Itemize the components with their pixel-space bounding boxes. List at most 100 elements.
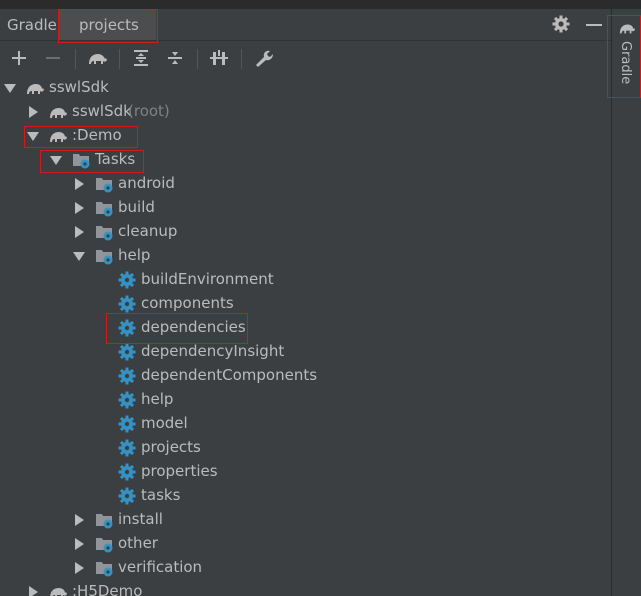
gradle-tool-window: Gradle projects sswlSdk sswlSdk (root):… — [0, 9, 611, 596]
tree-node-group-verification[interactable]: verification — [0, 556, 611, 580]
side-tab-label: Gradle — [618, 41, 633, 85]
tab-projects-label: projects — [79, 16, 139, 34]
expand-all-icon[interactable] — [130, 47, 152, 69]
right-tool-strip: Gradle — [607, 9, 641, 596]
collapsed-arrow-icon[interactable] — [73, 562, 85, 574]
plus-icon[interactable] — [8, 47, 30, 69]
tree-node-task[interactable]: tasks — [0, 484, 611, 508]
tree-node-label: model — [141, 414, 188, 432]
tree-node-label: verification — [118, 558, 203, 576]
tree-node-label: :Demo — [72, 126, 122, 144]
tree-node-task-dependencies[interactable]: dependencies — [0, 316, 611, 340]
tree-node-task[interactable]: components — [0, 292, 611, 316]
task-folder-icon — [96, 178, 113, 193]
tree-node-group-help[interactable]: help — [0, 244, 611, 268]
toggle-offline-icon[interactable] — [208, 47, 230, 69]
toolbar-separator — [241, 49, 242, 69]
tree-node-task[interactable]: dependentComponents — [0, 364, 611, 388]
tree-node-label: cleanup — [118, 222, 178, 240]
tree-node-label: dependencyInsight — [141, 342, 285, 360]
tree-node-h5demo[interactable]: :H5Demo — [0, 580, 611, 596]
toolbar-separator — [119, 49, 120, 69]
tree-node-group-cleanup[interactable]: cleanup — [0, 220, 611, 244]
tree-node-label: sswlSdk — [49, 78, 109, 96]
task-gear-icon — [118, 439, 136, 457]
tree-node-label: :H5Demo — [72, 582, 143, 596]
tree-node-label: other — [118, 534, 158, 552]
gradle-elephant-icon — [50, 108, 67, 118]
tool-window-header: Gradle projects — [0, 9, 611, 41]
tree-node-label: projects — [141, 438, 201, 456]
expanded-arrow-icon[interactable] — [4, 82, 16, 94]
gradle-elephant-icon — [27, 84, 44, 94]
task-folder-icon — [96, 226, 113, 241]
tree-node-label: dependentComponents — [141, 366, 318, 384]
task-folder-icon — [96, 514, 113, 529]
tree-node-root[interactable]: sswlSdk — [0, 76, 611, 100]
task-folder-icon — [96, 202, 113, 217]
task-gear-icon — [118, 319, 136, 337]
minimize-icon[interactable] — [586, 24, 602, 26]
tree-node-tasks[interactable]: Tasks — [0, 148, 611, 172]
tree-node-suffix: (root) — [128, 102, 170, 120]
tree-node-label: properties — [141, 462, 218, 480]
wrench-icon[interactable] — [252, 47, 274, 69]
tree-node-label: install — [118, 510, 163, 528]
top-strip — [0, 0, 641, 9]
task-gear-icon — [118, 367, 136, 385]
tree-node-label: help — [118, 246, 151, 264]
tree-node-root-project[interactable]: sswlSdk (root) — [0, 100, 611, 124]
toolbar-separator — [197, 49, 198, 69]
task-folder-icon — [96, 538, 113, 553]
tree-node-label: sswlSdk — [72, 102, 132, 120]
tree-node-group-android[interactable]: android — [0, 172, 611, 196]
toolbar — [0, 41, 611, 75]
expanded-arrow-icon[interactable] — [27, 130, 39, 142]
task-gear-icon — [118, 343, 136, 361]
gradle-elephant-icon[interactable] — [86, 47, 108, 69]
tree-node-task[interactable]: projects — [0, 436, 611, 460]
collapsed-arrow-icon[interactable] — [73, 226, 85, 238]
task-folder-icon — [73, 154, 90, 169]
tree-node-group-install[interactable]: install — [0, 508, 611, 532]
tree-node-label: buildEnvironment — [141, 270, 274, 288]
toolbar-separator — [75, 49, 76, 69]
tree-node-label: help — [141, 390, 174, 408]
collapsed-arrow-icon[interactable] — [73, 538, 85, 550]
tree-node-label: build — [118, 198, 155, 216]
collapsed-arrow-icon[interactable] — [27, 586, 39, 596]
side-tab-gradle[interactable]: Gradle — [612, 15, 641, 101]
minus-icon[interactable] — [42, 47, 64, 69]
task-gear-icon — [118, 487, 136, 505]
tree-node-task[interactable]: buildEnvironment — [0, 268, 611, 292]
collapsed-arrow-icon[interactable] — [27, 106, 39, 118]
task-gear-icon — [118, 463, 136, 481]
expanded-arrow-icon[interactable] — [73, 250, 85, 262]
tree-node-task[interactable]: dependencyInsight — [0, 340, 611, 364]
tree-node-group-other[interactable]: other — [0, 532, 611, 556]
tree-node-task[interactable]: help — [0, 388, 611, 412]
gradle-elephant-icon — [619, 24, 635, 34]
tool-window-title: Gradle — [7, 16, 57, 34]
gradle-elephant-icon — [50, 588, 67, 596]
tree-node-label: android — [118, 174, 175, 192]
collapsed-arrow-icon[interactable] — [73, 202, 85, 214]
task-gear-icon — [118, 271, 136, 289]
task-gear-icon — [118, 391, 136, 409]
task-gear-icon — [118, 295, 136, 313]
collapsed-arrow-icon[interactable] — [73, 514, 85, 526]
tab-projects[interactable]: projects — [58, 9, 156, 40]
collapse-all-icon[interactable] — [164, 47, 186, 69]
expanded-arrow-icon[interactable] — [50, 154, 62, 166]
tree-node-task[interactable]: model — [0, 412, 611, 436]
tree-node-label: components — [141, 294, 234, 312]
task-folder-icon — [96, 250, 113, 265]
task-folder-icon — [96, 562, 113, 577]
tree-node-label: Tasks — [95, 150, 136, 168]
settings-gear-icon[interactable] — [551, 14, 571, 34]
tree-node-demo[interactable]: :Demo — [0, 124, 611, 148]
tree-node-task[interactable]: properties — [0, 460, 611, 484]
tree-node-label: dependencies — [141, 318, 246, 336]
collapsed-arrow-icon[interactable] — [73, 178, 85, 190]
tree-node-group-build[interactable]: build — [0, 196, 611, 220]
